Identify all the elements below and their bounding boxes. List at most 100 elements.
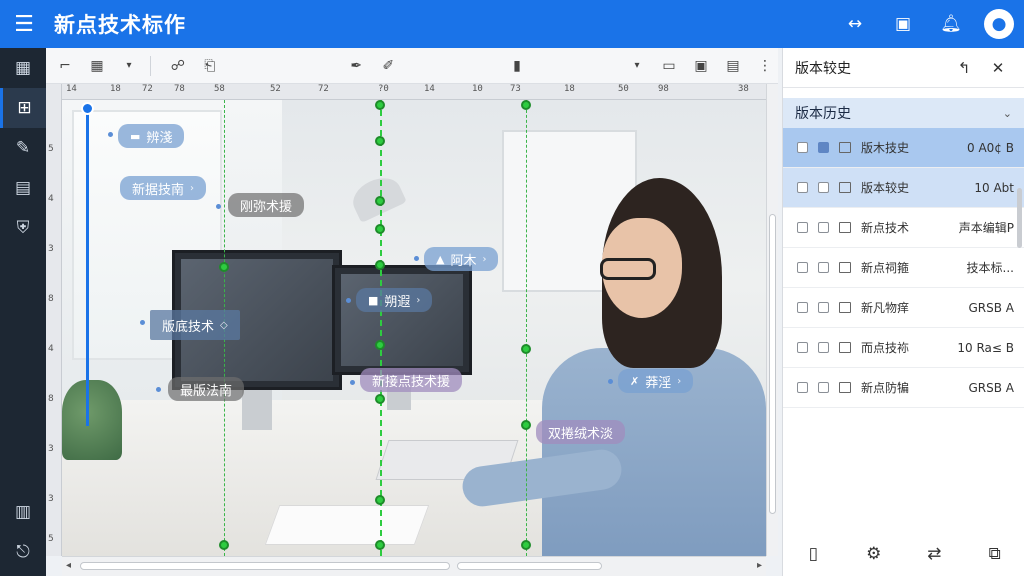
pencil-icon[interactable]: ✎ [0, 128, 46, 168]
version-checkbox[interactable] [818, 302, 829, 313]
more-icon[interactable]: ⋮ [752, 52, 778, 80]
guide-node[interactable] [375, 100, 385, 110]
close-icon[interactable]: ✕ [984, 54, 1012, 82]
canvas-label[interactable]: 新据技南 › [120, 176, 207, 200]
clipboard-icon[interactable]: ⎗ [197, 52, 223, 80]
pen-tool-icon[interactable]: ✒ [343, 52, 369, 80]
phone-icon[interactable]: ▯ [798, 544, 828, 564]
gear-icon[interactable]: ⚙ [859, 544, 889, 564]
ruler-tick: 14 [66, 84, 77, 94]
vertical-scroll-thumb[interactable] [769, 214, 776, 514]
file-icon [839, 222, 851, 233]
guide-node[interactable] [375, 136, 385, 146]
file-icon[interactable]: ▤ [720, 52, 746, 80]
canvas-label[interactable]: 新接点技术援 [360, 368, 463, 392]
canvas-label[interactable]: 版底技术 ◇ [150, 310, 240, 340]
guide-node[interactable] [375, 196, 385, 206]
vertical-scrollbar[interactable] [766, 84, 778, 556]
document-icon[interactable]: ▥ [0, 492, 46, 532]
chevron-down-icon[interactable]: ▾ [116, 52, 142, 80]
guide-node[interactable] [375, 260, 385, 270]
layout-icon[interactable]: ▤ [0, 168, 46, 208]
copy-icon[interactable]: ⧉ [980, 544, 1010, 564]
ruler-tick: 72 [142, 84, 153, 94]
selection-handle[interactable] [81, 102, 94, 115]
link-icon[interactable]: ☍ [165, 52, 191, 80]
guide-node[interactable] [521, 100, 531, 110]
scroll-left-icon[interactable]: ◂ [66, 560, 71, 571]
version-checkbox[interactable] [818, 382, 829, 393]
ruler-tick: 52 [270, 84, 281, 94]
version-checkbox[interactable] [797, 262, 808, 273]
selection-line[interactable] [86, 106, 89, 426]
horizontal-scroll-thumb[interactable] [457, 562, 602, 570]
shield-icon[interactable]: ⛨ [0, 208, 46, 248]
guide-node[interactable] [219, 262, 229, 272]
edit-icon[interactable]: ✐ [375, 52, 401, 80]
guide-node[interactable] [375, 340, 385, 350]
version-row[interactable]: 版木技史 0 A0¢ B [783, 128, 1024, 168]
version-checkbox[interactable] [797, 142, 808, 153]
hamburger-icon[interactable]: ☰ [0, 0, 48, 48]
version-checkbox[interactable] [797, 342, 808, 353]
swap-horizontal-icon[interactable]: ↔ [840, 9, 870, 39]
version-row[interactable]: 新点防犏 GRSB A [783, 368, 1024, 408]
file-icon [839, 182, 851, 193]
canvas-label[interactable]: ▲ 阿木 › [424, 247, 499, 271]
screen-icon[interactable]: ▭ [656, 52, 682, 80]
guide-node[interactable] [375, 495, 385, 505]
version-checkbox[interactable] [818, 142, 829, 153]
bell-icon[interactable]: 🔔︎ [936, 9, 966, 39]
structure-icon[interactable]: ⊞ [0, 88, 46, 128]
canvas-label[interactable]: 双捲绒术淡 [536, 420, 626, 444]
canvas-label[interactable]: 刚弥术援 [228, 193, 305, 217]
vruler-tick: 3 [48, 494, 54, 504]
chevron-down-icon[interactable]: ▾ [624, 52, 650, 80]
version-checkbox[interactable] [818, 342, 829, 353]
version-row[interactable]: 新凡物痒 GRSB A [783, 288, 1024, 328]
cube-icon[interactable]: ▣ [888, 9, 918, 39]
guide-line[interactable] [526, 100, 527, 556]
monitor-icon[interactable]: ▣ [688, 52, 714, 80]
version-row[interactable]: 新点祠箍 技本标... [783, 248, 1024, 288]
chevron-down-icon[interactable]: ⌄ [1003, 107, 1012, 120]
ruler-tick: 98 [658, 84, 669, 94]
guide-node[interactable] [375, 224, 385, 234]
version-checkbox[interactable] [818, 262, 829, 273]
version-history-section[interactable]: 版本历史 ⌄ [783, 98, 1024, 128]
canvas-label[interactable]: ▬ 辨淺 [118, 124, 185, 148]
design-canvas[interactable]: ▬ 辨淺 新据技南 › 刚弥术援 ▲ 阿木 › 版底技术 ◇ ■ 朔遐 › 最版法南 新接点技… [62, 100, 766, 556]
version-checkbox[interactable] [818, 222, 829, 233]
panel-footer: ▯ ⚙ ⇄ ⧉ [783, 544, 1024, 564]
user-avatar-icon[interactable]: ● [984, 9, 1014, 39]
guide-node[interactable] [521, 540, 531, 550]
book-icon[interactable]: ▮ [504, 52, 530, 80]
version-row[interactable]: 新点技术 声本编辑P [783, 208, 1024, 248]
version-checkbox[interactable] [797, 182, 808, 193]
grid-icon[interactable]: ▦ [84, 52, 110, 80]
frame-icon[interactable]: ⌐ [52, 52, 78, 80]
guide-node[interactable] [219, 540, 229, 550]
scroll-right-icon[interactable]: ▸ [757, 560, 762, 571]
logout-icon[interactable]: ⎋ [0, 532, 46, 572]
share-icon[interactable]: ⇄ [919, 544, 949, 564]
dashboard-grid-icon[interactable]: ▦ [0, 48, 46, 88]
horizontal-scroll-thumb[interactable] [80, 562, 450, 570]
version-checkbox[interactable] [818, 182, 829, 193]
version-checkbox[interactable] [797, 302, 808, 313]
version-row[interactable]: 版本较史 10 Abt [783, 168, 1024, 208]
version-checkbox[interactable] [797, 382, 808, 393]
guide-line[interactable] [380, 100, 382, 556]
horizontal-scrollbar[interactable]: ◂ ▸ [62, 556, 766, 576]
canvas-label[interactable]: 最版法南 [168, 377, 245, 401]
guide-node[interactable] [375, 394, 385, 404]
version-checkbox[interactable] [797, 222, 808, 233]
version-row[interactable]: 而点技袮 10 Ra≤ B [783, 328, 1024, 368]
back-arrow-icon[interactable]: ↰ [950, 54, 978, 82]
guide-node[interactable] [521, 344, 531, 354]
canvas-label[interactable]: ✗ 莽淫 › [618, 369, 694, 393]
guide-node[interactable] [521, 420, 531, 430]
guide-node[interactable] [375, 540, 385, 550]
canvas-label[interactable]: ■ 朔遐 › [356, 288, 433, 312]
panel-scrollbar[interactable] [1017, 188, 1022, 248]
